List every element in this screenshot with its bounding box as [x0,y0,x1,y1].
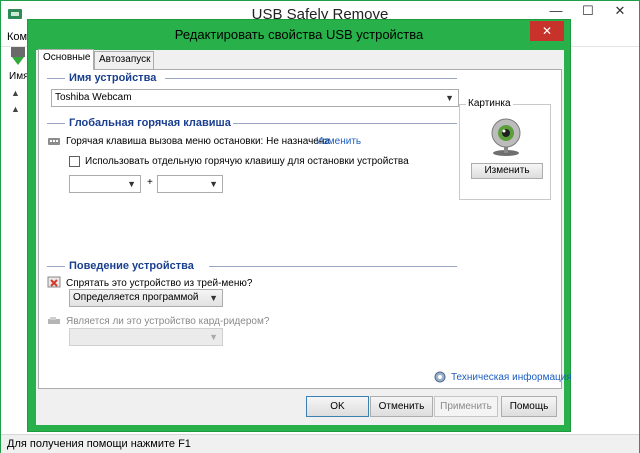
device-name-combo[interactable]: Toshiba Webcam ▼ [51,89,459,107]
device-name-value: Toshiba Webcam [55,92,132,103]
maximize-button[interactable]: ☐ [573,1,603,23]
picture-group-title: Картинка [466,98,513,109]
separate-hotkey-checkbox[interactable] [69,156,80,167]
separate-hotkey-label: Использовать отдельную горячую клавишу д… [85,156,409,167]
status-bar: Для получения помощи нажмите F1 [1,434,639,453]
status-text: Для получения помощи нажмите F1 [7,438,191,450]
picture-group: Картинка Изменить [459,98,551,200]
device-tree: ▲ ▲ [11,88,20,114]
tab-autorun[interactable]: Автозапуск [94,51,154,69]
help-button[interactable]: Помощь [501,396,557,417]
dialog-close-button[interactable]: ✕ [530,21,564,41]
main-close-button[interactable]: ✕ [605,1,635,23]
behavior-section-title: Поведение устройства [69,260,194,272]
tech-info-link[interactable]: Техническая информация [451,372,572,383]
hide-from-tray-label: Спрятать это устройство из трей-меню? [66,278,253,289]
section-divider [165,78,457,79]
tray-hide-icon [47,276,61,288]
section-divider [209,266,457,267]
dialog-titlebar: Редактировать свойства USB устройства ✕ [28,20,570,48]
card-reader-combo[interactable]: ▼ [69,328,223,346]
ok-button[interactable]: OK [306,396,369,417]
chevron-down-icon: ▼ [209,332,218,342]
hotkey-modifier-combo[interactable]: ▼ [69,175,141,193]
dialog-title: Редактировать свойства USB устройства [174,27,424,42]
cancel-button[interactable]: Отменить [370,396,433,417]
change-picture-button[interactable]: Изменить [471,163,543,179]
tab-general[interactable]: Основные [38,49,94,70]
stop-device-icon[interactable] [9,47,27,67]
webcam-icon [491,118,521,156]
section-divider [47,78,65,79]
section-divider [47,266,65,267]
dialog-client-area: Автозапуск Основные Имя устройства Toshi… [36,49,572,425]
hide-from-tray-value: Определяется программой [73,292,199,303]
change-hotkey-link[interactable]: Изменить [316,136,361,147]
section-divider [233,123,457,124]
general-tab-panel: Имя устройства Toshiba Webcam ▼ Глобальн… [38,69,572,389]
device-name-section-title: Имя устройства [69,72,157,84]
chevron-down-icon: ▼ [445,93,454,103]
apply-button[interactable]: Применить [434,396,498,417]
plus-sign: + [147,177,153,188]
card-reader-icon [48,317,60,324]
keyboard-icon [48,138,60,145]
chevron-down-icon: ▼ [127,179,136,189]
card-reader-label: Является ли это устройство кард-ридером? [66,316,270,327]
gear-info-icon [434,371,446,383]
menu-item-commands[interactable]: Ком [7,31,27,43]
hotkey-section-title: Глобальная горячая клавиша [69,117,231,129]
chevron-down-icon: ▼ [209,293,218,303]
list-header-name[interactable]: Имя [9,71,28,82]
section-divider [47,123,65,124]
hotkey-label: Горячая клавиша вызова меню остановки: Н… [66,136,330,147]
chevron-down-icon: ▼ [209,179,218,189]
hide-from-tray-combo[interactable]: Определяется программой ▼ [69,289,223,307]
hotkey-key-combo[interactable]: ▼ [157,175,223,193]
edit-device-dialog: Редактировать свойства USB устройства ✕ … [27,19,572,432]
